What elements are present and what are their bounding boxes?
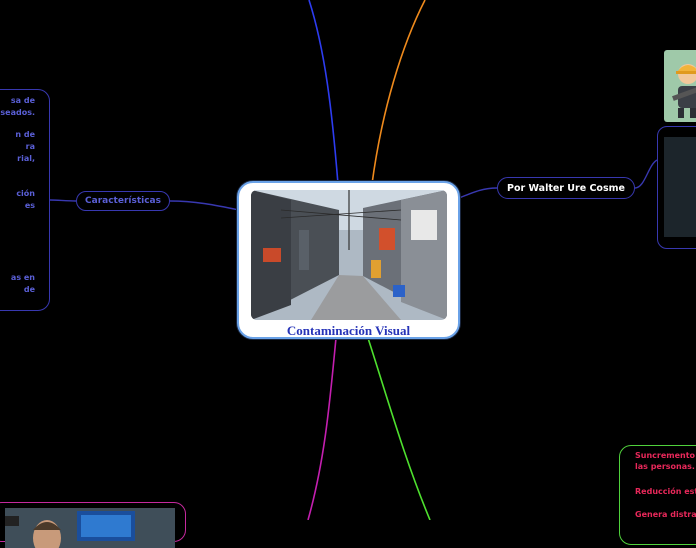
connector-author [458, 187, 498, 199]
note-line: es [24, 201, 35, 210]
dark-thumbnail-icon [664, 137, 696, 237]
note-line: Reducción est [635, 487, 696, 496]
effects-notes[interactable]: Suncremento las personas. Reducción est … [619, 445, 696, 545]
note-line: las personas. [635, 462, 695, 471]
topic-author-label: Por Walter Ure Cosme [507, 182, 625, 194]
connector-author-dark [634, 159, 658, 189]
topic-author[interactable]: Por Walter Ure Cosme [497, 177, 635, 199]
street-photo [251, 190, 447, 320]
person-image-frame[interactable] [0, 502, 186, 548]
topic-characteristics[interactable]: Características [76, 191, 170, 211]
branch-magenta-bottom [307, 337, 337, 520]
note-line: sa de [10, 96, 35, 105]
note-line: rial, [17, 154, 35, 163]
connector-characteristics [169, 200, 240, 211]
person-photo-icon [5, 508, 175, 548]
construction-worker-icon [664, 50, 696, 122]
branch-green-bottom [367, 337, 431, 520]
dark-image-frame[interactable] [657, 126, 696, 249]
topic-characteristics-label: Características [85, 196, 161, 206]
note-line: n de [15, 130, 35, 139]
branch-orange-top [371, 0, 426, 185]
note-line: ra [25, 142, 35, 151]
characteristics-notes[interactable]: sa de seados. n de ra rial, ción es as e… [0, 89, 50, 311]
note-line: de [23, 285, 35, 294]
note-line: as en [10, 273, 35, 282]
central-title: Contaminación Visual [286, 323, 411, 338]
branch-blue-top [308, 0, 339, 185]
note-line: ción [16, 189, 35, 198]
note-line: seados. [0, 108, 35, 117]
note-line: Genera distra [635, 510, 696, 519]
note-line: Suncremento [635, 451, 696, 460]
connector-characteristics-notes [49, 199, 77, 202]
central-topic[interactable]: Contaminación Visual [237, 181, 460, 339]
